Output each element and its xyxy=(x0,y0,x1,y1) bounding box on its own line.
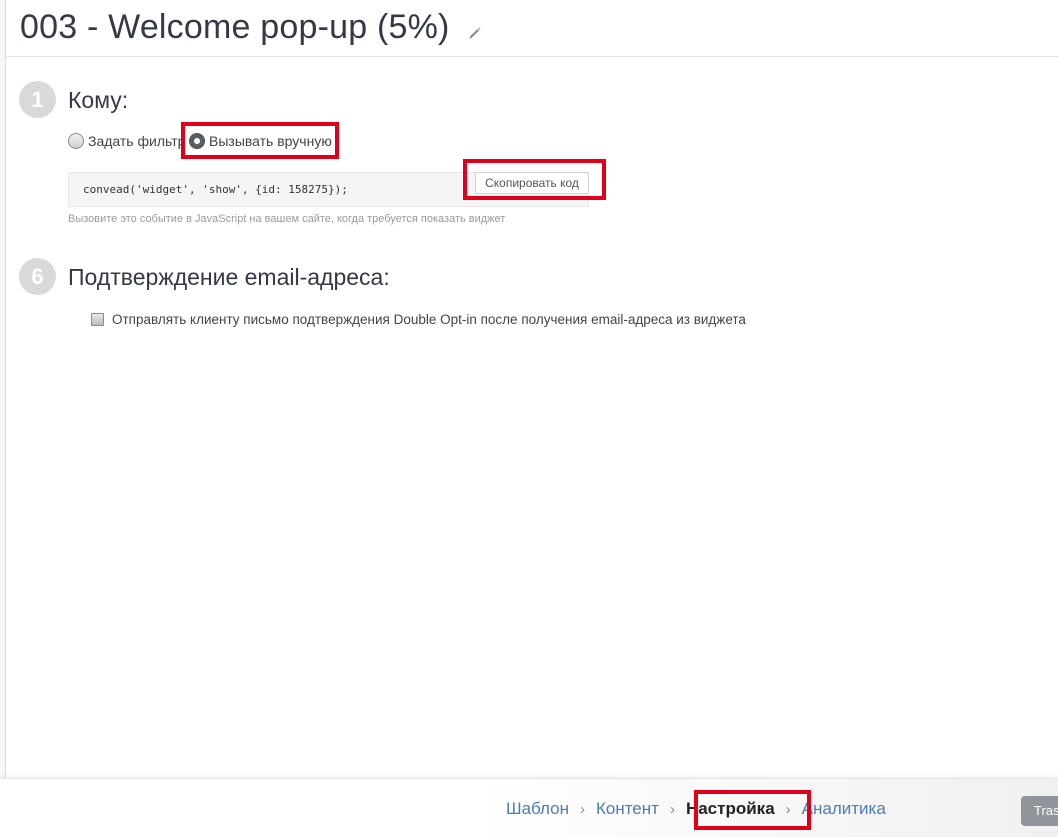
chevron-right-icon: › xyxy=(785,800,791,818)
radio-call-manually-control[interactable] xyxy=(189,133,205,149)
step-template-link[interactable]: Шаблон xyxy=(506,799,569,819)
step-content-link[interactable]: Контент xyxy=(596,799,659,819)
radio-set-filter[interactable]: Задать фильтр xyxy=(68,133,185,149)
radio-set-filter-label: Задать фильтр xyxy=(88,133,186,149)
radio-call-manually[interactable]: Вызывать вручную xyxy=(189,133,332,149)
chevron-right-icon: › xyxy=(669,800,675,818)
section-title-recipients: Кому: xyxy=(68,87,129,113)
step-number-1: 1 xyxy=(19,81,56,118)
double-opt-in-option[interactable]: Отправлять клиенту письмо подтверждения … xyxy=(91,312,746,327)
main-panel: 003 - Welcome pop-up (5%) 1 Кому: Задать… xyxy=(5,0,1058,778)
pencil-icon[interactable] xyxy=(468,26,482,40)
chevron-right-icon: › xyxy=(579,800,585,818)
code-hint: Вызовите это событие в JavaScript на ваш… xyxy=(68,213,506,225)
page: 003 - Welcome pop-up (5%) 1 Кому: Задать… xyxy=(0,0,1058,837)
wizard-steps-nav: Шаблон › Контент › Настройка › Аналитика xyxy=(506,799,886,819)
page-title: 003 - Welcome pop-up (5%) xyxy=(20,8,450,46)
step-number-6: 6 xyxy=(19,258,56,295)
double-opt-in-checkbox[interactable] xyxy=(91,313,104,326)
radio-set-filter-control[interactable] xyxy=(68,133,84,149)
step-analytics-link[interactable]: Аналитика xyxy=(802,799,886,819)
section-title-email-confirmation: Подтверждение email-адреса: xyxy=(68,264,390,290)
double-opt-in-label: Отправлять клиенту письмо подтверждения … xyxy=(112,312,746,327)
footer-bar: Шаблон › Контент › Настройка › Аналитика… xyxy=(0,778,1058,837)
title-bar: 003 - Welcome pop-up (5%) xyxy=(6,0,1058,57)
radio-call-manually-label: Вызывать вручную xyxy=(209,133,332,149)
step-settings-link[interactable]: Настройка xyxy=(686,799,775,819)
trash-button[interactable]: Tras xyxy=(1021,796,1058,826)
copy-code-button[interactable]: Скопировать код xyxy=(475,172,589,194)
